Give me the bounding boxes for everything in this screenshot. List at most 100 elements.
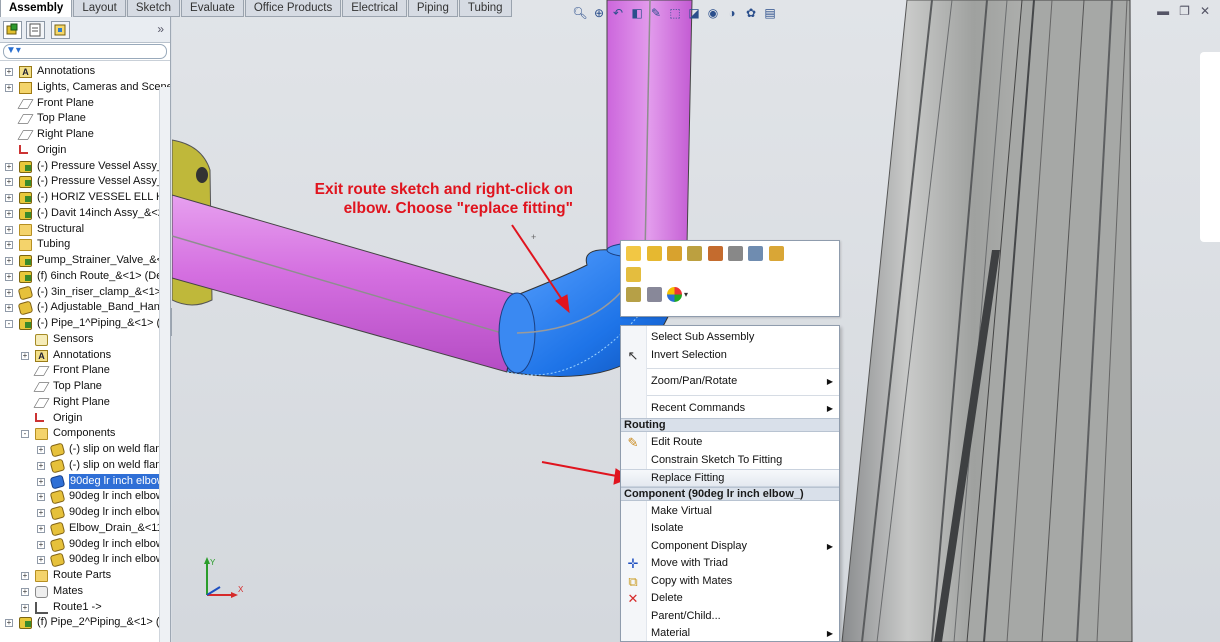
tree-item[interactable]: Top Plane xyxy=(0,379,158,395)
tab-piping[interactable]: Piping xyxy=(407,0,458,17)
hide-components-icon[interactable] xyxy=(687,246,702,261)
appearance-icon[interactable] xyxy=(667,287,682,302)
expand-icon[interactable]: + xyxy=(37,556,45,565)
collapse-icon[interactable]: - xyxy=(21,430,29,439)
menu-item-replace-fitting[interactable]: Replace Fitting xyxy=(621,469,839,487)
expand-icon[interactable]: + xyxy=(5,619,13,628)
expand-icon[interactable]: + xyxy=(21,351,29,360)
tree-item[interactable]: + A Annotations xyxy=(0,64,158,80)
expand-icon[interactable]: + xyxy=(37,540,45,549)
tab-electrical[interactable]: Electrical xyxy=(342,0,407,17)
menu-item-select-sub-assembly[interactable]: Select Sub Assembly xyxy=(621,329,839,347)
tab-assembly[interactable]: Assembly xyxy=(0,0,73,17)
menu-item-make-virtual[interactable]: Make Virtual xyxy=(621,503,839,521)
tree-item[interactable]: + (f) 6inch Route_&<1> (Default) xyxy=(0,269,170,285)
tree-item[interactable]: + (-) HORIZ VESSEL ELL HEAD xyxy=(0,190,170,206)
tab-tubing[interactable]: Tubing xyxy=(458,0,512,17)
view-settings-icon[interactable]: ▤ xyxy=(762,5,778,21)
expand-icon[interactable]: + xyxy=(5,209,13,218)
tree-item[interactable]: + Route1 -> xyxy=(0,600,158,616)
menu-item-move-with-triad[interactable]: ✛ Move with Triad xyxy=(621,555,839,573)
tab-office-products[interactable]: Office Products xyxy=(244,0,342,17)
tree-item[interactable]: + Lights, Cameras and Scene xyxy=(0,80,170,96)
tree-item[interactable]: Right Plane xyxy=(0,395,158,411)
expand-icon[interactable]: + xyxy=(5,304,13,313)
view-orientation-icon[interactable]: ⬚ xyxy=(667,5,683,21)
menu-item-delete[interactable]: ✕ Delete xyxy=(621,590,839,608)
expand-icon[interactable]: + xyxy=(5,178,13,187)
expand-icon[interactable]: + xyxy=(5,241,13,250)
tree-item[interactable]: + (-) 3in_riser_clamp_&<1> xyxy=(0,285,161,301)
tree-item[interactable]: + Mates xyxy=(0,584,158,600)
tree-item[interactable]: - (-) Pipe_1^Piping_&<1> (Default) xyxy=(0,316,170,332)
tree-item[interactable]: + A Annotations xyxy=(0,348,158,364)
expand-icon[interactable]: + xyxy=(37,461,45,470)
menu-item-parent-child[interactable]: Parent/Child... xyxy=(621,608,839,626)
menu-item-zoom-pan-rotate[interactable]: Zoom/Pan/Rotate ▶ xyxy=(621,373,839,391)
tree-item[interactable]: +90deg lr inch elbow xyxy=(0,505,164,521)
paperclip-icon[interactable] xyxy=(728,246,743,261)
selection-filter-icon[interactable] xyxy=(626,287,641,302)
menu-item-copy-with-mates[interactable]: ⧉ Copy with Mates xyxy=(621,573,839,591)
tree-item[interactable]: Right Plane xyxy=(0,127,158,143)
isolate-icon[interactable] xyxy=(626,267,641,282)
tree-item[interactable]: + Elbow_Drain_&<11> xyxy=(0,521,169,537)
dynamic-annotation-icon[interactable]: ✎ xyxy=(648,5,664,21)
tree-item[interactable]: Front Plane xyxy=(0,363,158,379)
tree-item[interactable]: +90deg lr inch elbow xyxy=(0,537,164,553)
expand-icon[interactable]: + xyxy=(5,162,13,171)
close-icon[interactable]: ✕ xyxy=(1200,4,1210,18)
edit-assembly-icon[interactable] xyxy=(667,246,682,261)
open-part-icon[interactable] xyxy=(626,246,641,261)
zoom-to-area-icon[interactable]: ⊕ xyxy=(591,5,607,21)
previous-view-icon[interactable]: ↶ xyxy=(610,5,626,21)
tree-item[interactable]: + (-) slip on weld flange xyxy=(0,458,170,474)
menu-item-invert-selection[interactable]: ↖ Invert Selection xyxy=(621,347,839,365)
expand-icon[interactable]: + xyxy=(37,509,45,517)
expand-icon[interactable]: + xyxy=(37,477,45,486)
tab-sketch[interactable]: Sketch xyxy=(126,0,181,17)
menu-item-isolate[interactable]: Isolate xyxy=(621,520,839,538)
change-transparency-icon[interactable] xyxy=(748,246,763,261)
tree-item[interactable]: +90deg lr inch elbow xyxy=(0,552,164,568)
expand-icon[interactable]: + xyxy=(37,446,45,454)
expand-icon[interactable]: + xyxy=(5,288,13,297)
tree-item[interactable]: + Structural xyxy=(0,222,158,238)
tree-item[interactable]: + (-) slip on weld flange xyxy=(0,442,170,458)
tree-item[interactable]: - Components xyxy=(0,426,158,442)
zoom-to-fit-icon[interactable]: 🔍︎ xyxy=(572,5,588,21)
expand-panel-icon[interactable]: » xyxy=(157,22,164,36)
tree-item[interactable]: Front Plane xyxy=(0,96,158,112)
task-pane-strip[interactable] xyxy=(1200,52,1220,242)
menu-item-component-display[interactable]: Component Display ▶ xyxy=(621,538,839,556)
menu-item-material[interactable]: Material ▶ xyxy=(621,625,839,642)
expand-icon[interactable]: + xyxy=(21,603,29,612)
tree-item[interactable]: + (f) Pipe_2^Piping_&<1> (Default) xyxy=(0,615,170,631)
tree-scrollbar[interactable] xyxy=(159,87,170,642)
tab-layout[interactable]: Layout xyxy=(73,0,126,17)
tree-item[interactable]: +90deg lr inch elbow xyxy=(0,473,166,490)
tree-item[interactable]: +90deg lr inch elbow xyxy=(0,489,164,505)
menu-item-constrain-sketch-to-fitting[interactable]: Constrain Sketch To Fitting xyxy=(621,452,839,470)
feature-manager-tab[interactable] xyxy=(3,21,22,39)
edit-appearance-icon[interactable]: ◑ xyxy=(724,5,740,21)
minimize-icon[interactable]: ▬ xyxy=(1157,4,1169,18)
filter-icon[interactable]: ▼▾ xyxy=(6,45,21,56)
expand-icon[interactable]: + xyxy=(21,587,29,596)
restore-icon[interactable]: ❐ xyxy=(1179,4,1190,18)
component-properties-icon[interactable] xyxy=(769,246,784,261)
tree-item[interactable]: + Tubing xyxy=(0,237,158,253)
edit-part-icon[interactable] xyxy=(647,246,662,261)
tree-item[interactable]: Top Plane xyxy=(0,111,158,127)
expand-icon[interactable]: + xyxy=(5,194,13,202)
tree-item[interactable]: + Pump_Strainer_Valve_&<1> xyxy=(0,253,170,269)
tree-item[interactable]: Origin xyxy=(0,411,158,427)
section-view-icon[interactable]: ◧ xyxy=(629,5,645,21)
expand-icon[interactable]: + xyxy=(37,493,45,502)
expand-icon[interactable]: + xyxy=(5,83,13,92)
tree-filter-input[interactable] xyxy=(3,44,167,59)
tree-item[interactable]: + (-) Davit 14inch Assy_&<2> xyxy=(0,206,170,222)
tree-item[interactable]: + (-) Adjustable_Band_Hanger xyxy=(0,300,170,316)
hide-show-items-icon[interactable]: ◉ xyxy=(705,5,721,21)
expand-icon[interactable]: + xyxy=(5,68,13,76)
